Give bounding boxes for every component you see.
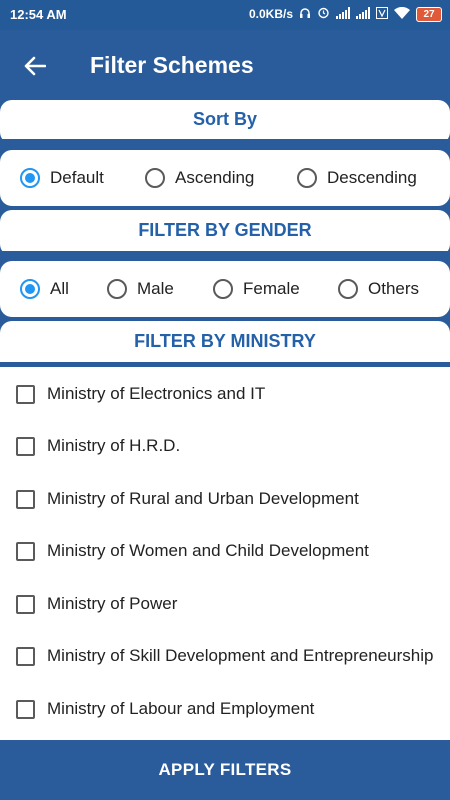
page-title: Filter Schemes <box>90 52 254 78</box>
gender-options-card: All Male Female Others <box>0 261 450 317</box>
battery-icon: 27 <box>416 6 442 22</box>
volte-icon <box>376 6 388 22</box>
gender-male-label: Male <box>137 279 174 298</box>
back-arrow-icon <box>24 56 46 76</box>
wifi-icon <box>394 6 410 22</box>
sort-ascending-option[interactable]: Ascending <box>145 168 254 188</box>
ministry-header: FILTER BY MINISTRY <box>0 321 450 367</box>
alarm-icon <box>317 6 330 22</box>
checkbox-icon[interactable] <box>16 594 35 614</box>
radio-icon[interactable] <box>107 279 127 299</box>
gender-all-option[interactable]: All <box>20 279 69 299</box>
ministry-item-electronics[interactable]: Ministry of Electronics and IT <box>16 384 265 404</box>
sort-ascending-label: Ascending <box>175 168 255 187</box>
checkbox-icon[interactable] <box>16 436 35 456</box>
checkbox-icon[interactable] <box>16 699 35 719</box>
gender-header: FILTER BY GENDER <box>0 210 450 256</box>
gender-others-option[interactable]: Others <box>338 279 419 299</box>
ministry-item-rural-urban[interactable]: Ministry of Rural and Urban Development <box>16 489 359 509</box>
gender-male-option[interactable]: Male <box>107 279 174 299</box>
radio-selected-icon[interactable] <box>20 168 40 188</box>
sort-descending-label: Descending <box>327 168 417 187</box>
apply-filters-button[interactable]: APPLY FILTERS <box>0 740 450 800</box>
checkbox-icon[interactable] <box>16 384 35 404</box>
ministry-item-label: Ministry of Skill Development and Entrep… <box>47 646 434 665</box>
radio-selected-icon[interactable] <box>20 279 40 299</box>
ministry-item-label: Ministry of Labour and Employment <box>47 699 315 718</box>
radio-icon[interactable] <box>145 168 165 188</box>
status-time: 12:54 AM <box>10 7 67 22</box>
ministry-item-label: Ministry of Rural and Urban Development <box>47 489 359 508</box>
ministry-card: FILTER BY MINISTRY Ministry of Electroni… <box>0 321 450 740</box>
ministry-item-label: Ministry of Women and Child Development <box>47 541 369 560</box>
app-bar: Filter Schemes <box>0 30 450 102</box>
checkbox-icon[interactable] <box>16 646 35 666</box>
sort-by-header: Sort By <box>0 100 450 144</box>
gender-header-card: FILTER BY GENDER <box>0 210 450 256</box>
sort-descending-option[interactable]: Descending <box>297 168 417 188</box>
ministry-item-label: Ministry of Electronics and IT <box>47 384 266 403</box>
radio-icon[interactable] <box>213 279 233 299</box>
ministry-item-skill[interactable]: Ministry of Skill Development and Entrep… <box>16 646 433 666</box>
signal-lte-icon <box>356 6 370 22</box>
status-bar: 12:54 AM 0.0KB/s 27 <box>0 0 450 30</box>
radio-icon[interactable] <box>297 168 317 188</box>
ministry-item-labour[interactable]: Ministry of Labour and Employment <box>16 699 314 719</box>
back-button[interactable] <box>18 49 52 83</box>
gender-female-label: Female <box>243 279 300 298</box>
sort-options-card: Default Ascending Descending <box>0 150 450 206</box>
signal-icon <box>336 6 350 22</box>
checkbox-icon[interactable] <box>16 541 35 561</box>
checkbox-icon[interactable] <box>16 489 35 509</box>
ministry-item-power[interactable]: Ministry of Power <box>16 594 177 614</box>
sort-by-header-card: Sort By <box>0 100 450 144</box>
sort-default-option[interactable]: Default <box>20 168 104 188</box>
ministry-item-women-child[interactable]: Ministry of Women and Child Development <box>16 541 369 561</box>
gender-all-label: All <box>50 279 69 298</box>
sort-default-label: Default <box>50 168 104 187</box>
status-icons: 0.0KB/s 27 <box>249 6 442 22</box>
radio-icon[interactable] <box>338 279 358 299</box>
ministry-item-label: Ministry of H.R.D. <box>47 436 181 455</box>
gender-female-option[interactable]: Female <box>213 279 300 299</box>
ministry-item-label: Ministry of Power <box>47 594 178 613</box>
network-speed: 0.0KB/s <box>248 7 293 21</box>
headset-icon <box>299 7 311 22</box>
ministry-item-hrd[interactable]: Ministry of H.R.D. <box>16 436 180 456</box>
gender-others-label: Others <box>368 279 420 298</box>
